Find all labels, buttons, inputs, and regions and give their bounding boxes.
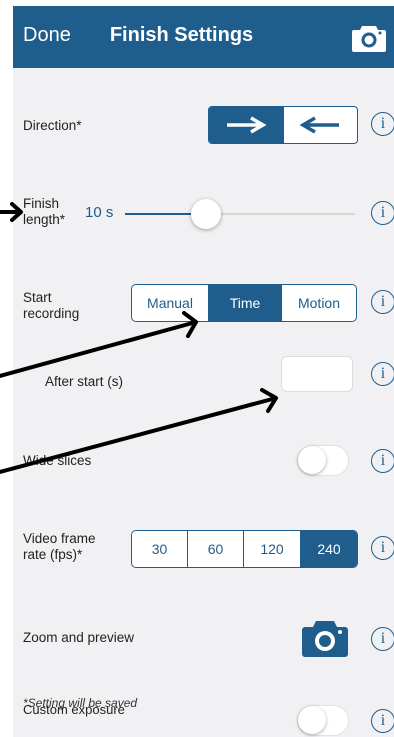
start-recording-label-line2: recording	[23, 306, 80, 321]
frame-rate-info-icon[interactable]: i	[371, 536, 394, 560]
direction-segmented-control	[208, 106, 358, 144]
direction-label: Direction*	[23, 118, 82, 133]
custom-exposure-info-icon[interactable]: i	[371, 709, 394, 733]
fps-30-option[interactable]: 30	[132, 531, 188, 567]
start-recording-label: Start recording	[23, 290, 79, 322]
toggle-knob	[298, 446, 326, 474]
finish-length-value: 10 s	[85, 204, 114, 221]
settings-screen: Done Finish Settings Direction* i Finish	[13, 6, 394, 737]
direction-left-button[interactable]	[284, 107, 358, 143]
after-start-label: After start (s)	[45, 374, 124, 389]
slider-track	[206, 213, 355, 215]
camera-icon[interactable]	[351, 23, 387, 53]
toggle-knob	[298, 706, 326, 734]
frame-rate-segmented-control: 30 60 120 240	[131, 530, 358, 568]
left-arrow-icon	[299, 116, 340, 134]
start-time-option[interactable]: Time	[209, 285, 282, 321]
direction-info-icon[interactable]: i	[371, 112, 394, 136]
finish-length-info-icon[interactable]: i	[371, 201, 394, 225]
start-motion-option[interactable]: Motion	[282, 285, 356, 321]
start-recording-label-line1: Start	[23, 290, 52, 305]
video-frame-rate-label-line1: Video frame	[23, 531, 96, 546]
fps-120-option[interactable]: 120	[244, 531, 301, 567]
finish-length-label-line1: Finish	[23, 196, 60, 211]
start-recording-info-icon[interactable]: i	[371, 290, 394, 314]
after-start-info-icon[interactable]: i	[371, 362, 394, 386]
start-recording-segmented-control: Manual Time Motion	[131, 284, 357, 322]
footnote-text: *Setting will be saved	[23, 696, 138, 710]
video-frame-rate-label: Video frame rate (fps)*	[23, 531, 96, 563]
wide-slices-label: Wide slices	[23, 453, 92, 468]
fps-240-option[interactable]: 240	[301, 531, 357, 567]
wide-slices-info-icon[interactable]: i	[371, 449, 394, 473]
wide-slices-toggle[interactable]	[297, 445, 349, 476]
finish-length-label-line2: length*	[23, 212, 66, 227]
start-manual-option[interactable]: Manual	[132, 285, 209, 321]
video-frame-rate-label-line2: rate (fps)*	[23, 547, 83, 562]
after-start-input[interactable]	[281, 356, 353, 392]
zoom-preview-info-icon[interactable]: i	[371, 627, 394, 651]
slider-thumb[interactable]	[191, 199, 221, 229]
right-arrow-icon	[226, 116, 267, 134]
page-title: Finish Settings	[109, 24, 254, 46]
fps-60-option[interactable]: 60	[188, 531, 244, 567]
zoom-camera-icon[interactable]	[301, 618, 349, 660]
nav-bar: Done Finish Settings	[13, 6, 394, 68]
finish-length-label: Finish length*	[23, 196, 65, 228]
finish-length-slider[interactable]	[125, 199, 355, 229]
zoom-preview-label: Zoom and preview	[23, 630, 135, 645]
custom-exposure-toggle[interactable]	[297, 705, 349, 736]
direction-right-button[interactable]	[209, 107, 284, 143]
